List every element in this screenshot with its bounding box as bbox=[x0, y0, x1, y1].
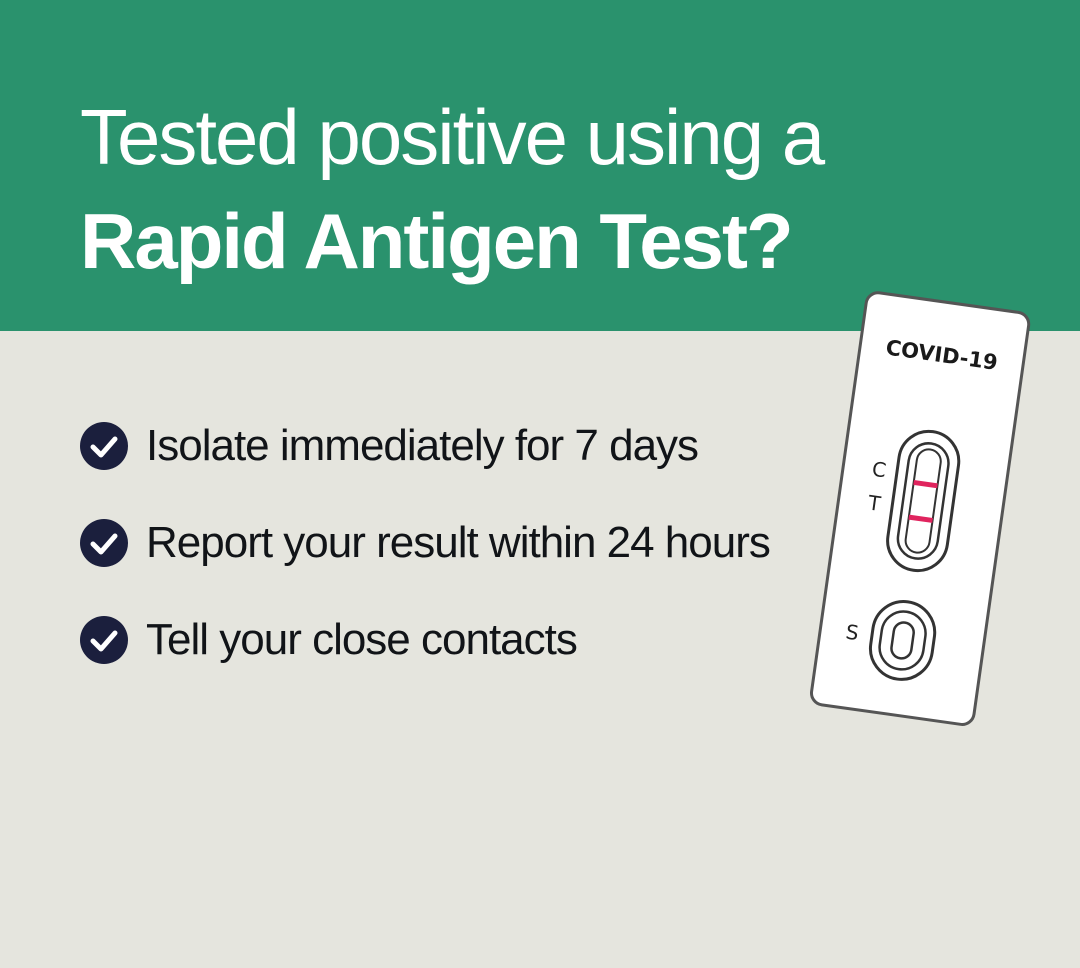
list-item: Isolate immediately for 7 days bbox=[80, 418, 770, 515]
page-title-line-2: Rapid Antigen Test? bbox=[80, 197, 794, 285]
list-item-label: Report your result within 24 hours bbox=[146, 518, 771, 567]
checklist: Isolate immediately for 7 days Report yo… bbox=[80, 418, 771, 709]
rapid-antigen-test-illustration: COVID-19 C T S bbox=[810, 291, 1031, 726]
list-item-label: Tell your close contacts bbox=[146, 615, 578, 664]
control-line bbox=[913, 479, 938, 489]
test-line bbox=[908, 514, 933, 523]
list-item: Report your result within 24 hours bbox=[80, 515, 771, 612]
list-item: Tell your close contacts bbox=[80, 612, 770, 709]
list-item-label: Isolate immediately for 7 days bbox=[146, 421, 699, 470]
check-circle-icon bbox=[80, 519, 128, 567]
check-circle-icon bbox=[80, 616, 128, 664]
page-title-line-1: Tested positive using a bbox=[80, 93, 825, 181]
sample-well-inner bbox=[890, 621, 915, 660]
check-circle-icon bbox=[80, 422, 128, 470]
